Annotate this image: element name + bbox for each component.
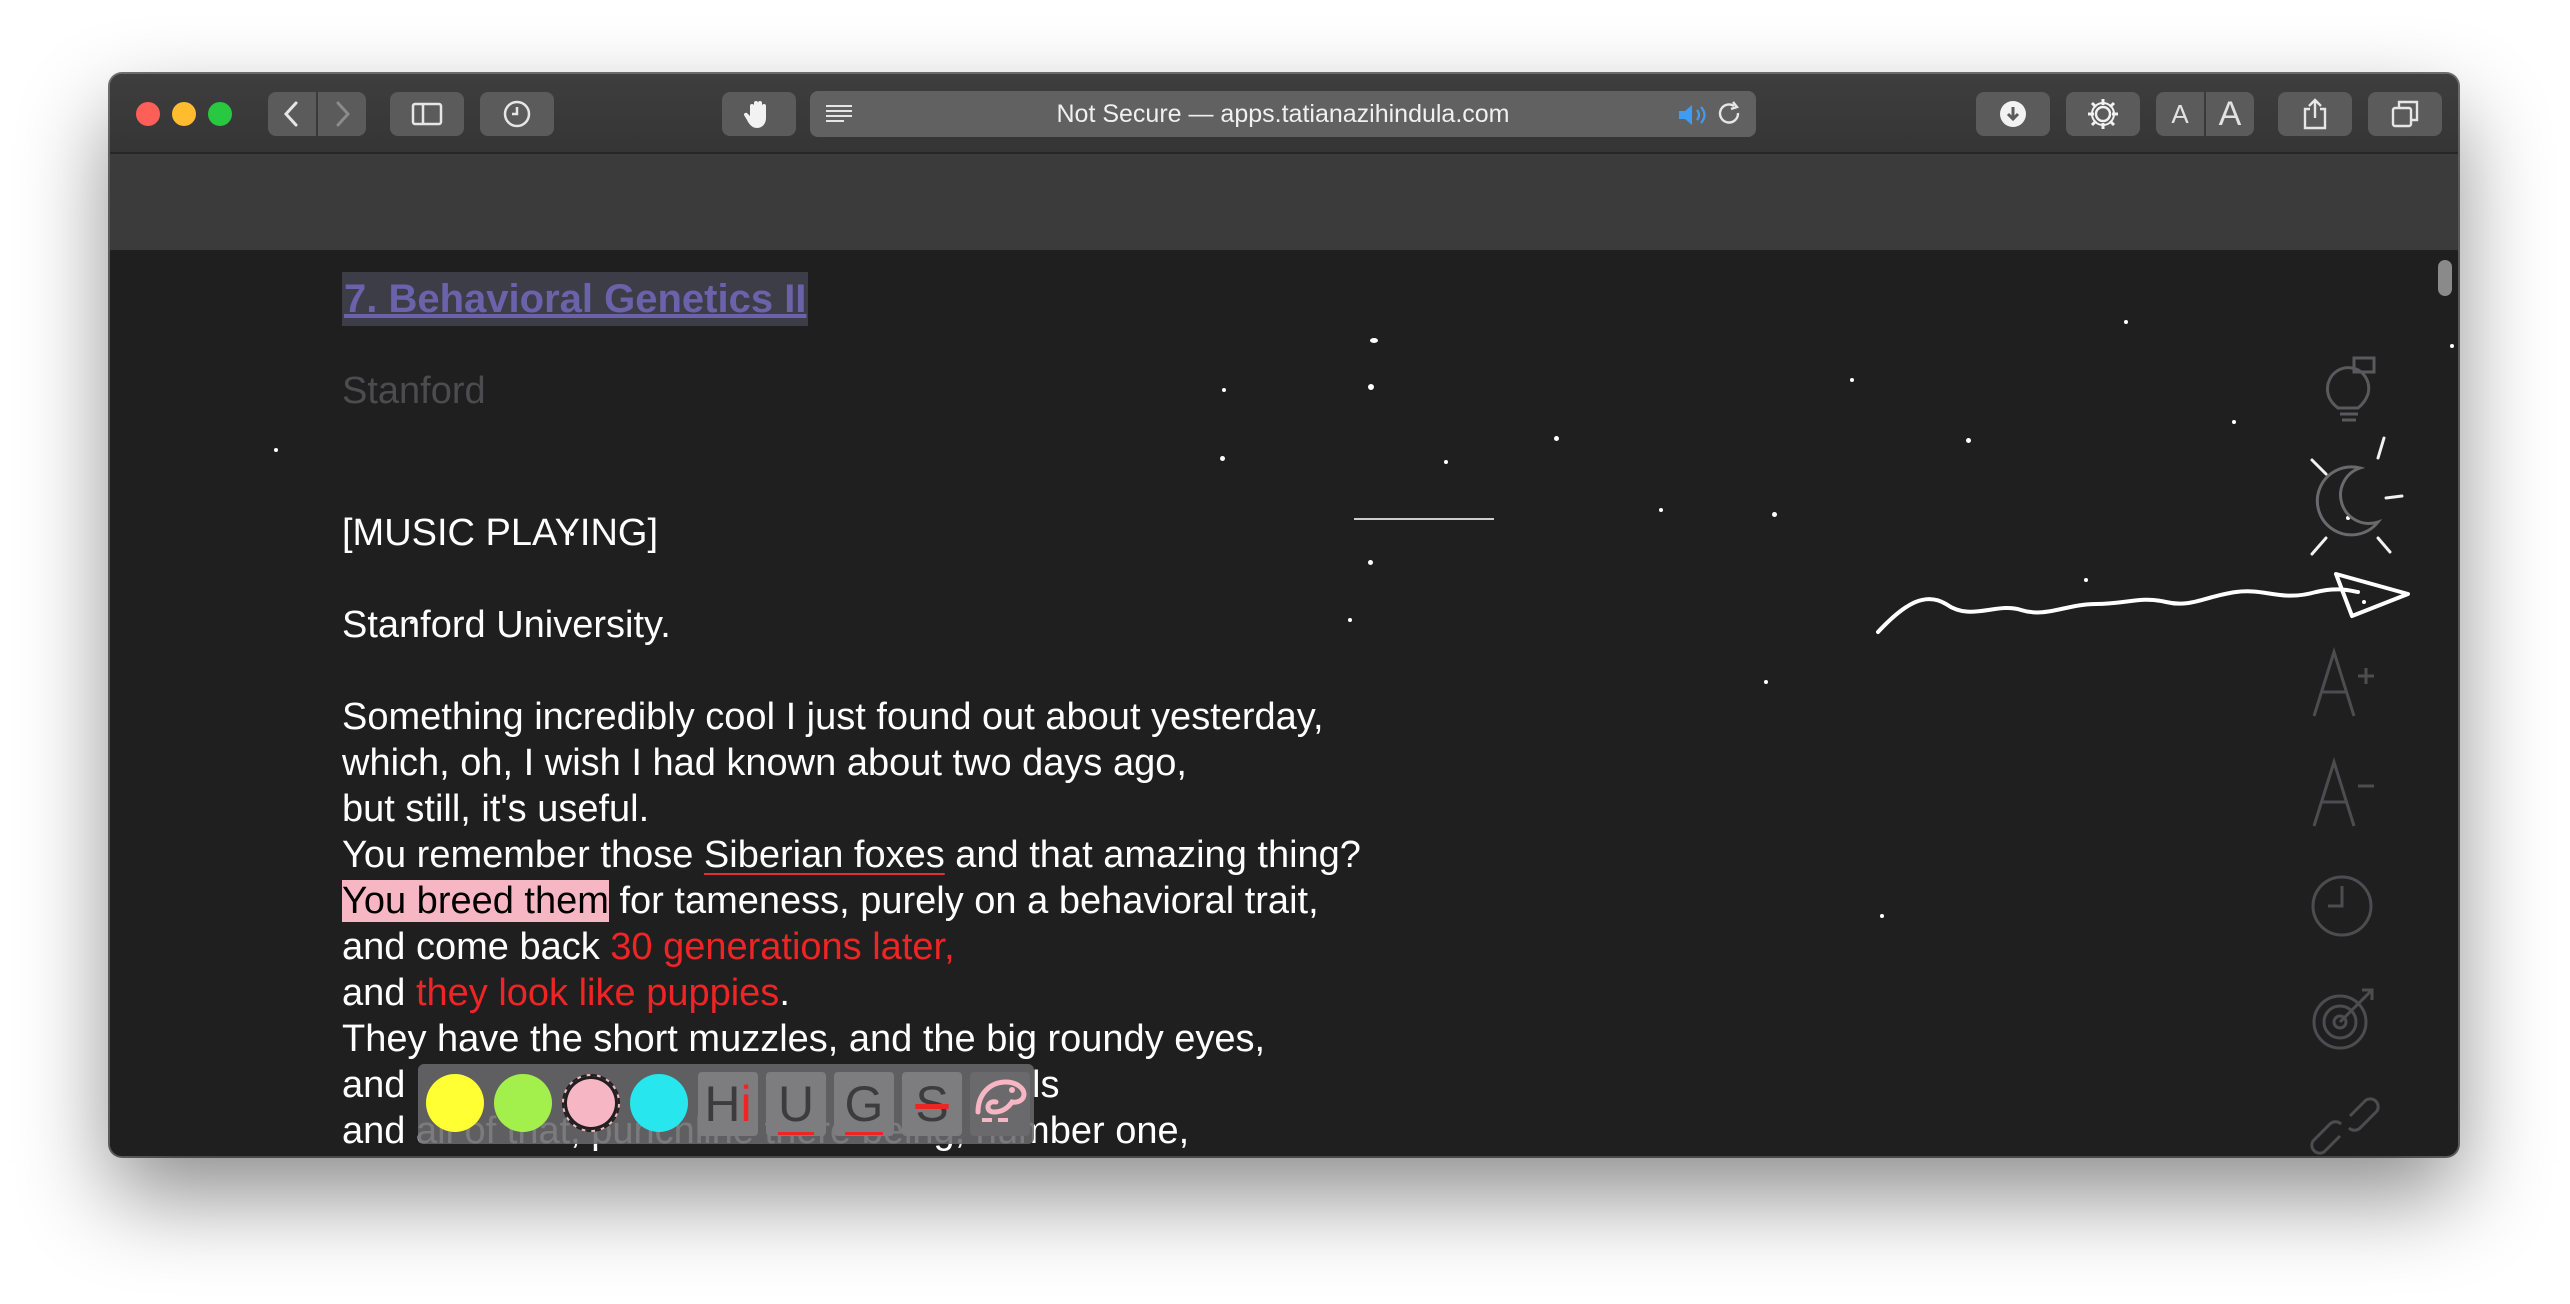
format-letter: i <box>740 1076 752 1132</box>
forward-button[interactable] <box>318 92 366 136</box>
star <box>2124 320 2128 324</box>
line-p5: You breed them for tameness, purely on a… <box>342 878 1319 924</box>
tabs-icon <box>2391 100 2419 128</box>
shooting-star <box>1354 518 1494 520</box>
star <box>1659 508 1663 512</box>
star <box>1222 388 1226 392</box>
line-p6: and come back 30 generations later, <box>342 924 955 970</box>
history-button[interactable] <box>480 92 554 136</box>
squiggle-style-button[interactable]: G <box>834 1072 894 1136</box>
format-letter: S <box>915 1076 949 1132</box>
highlight-style-button[interactable]: Hi <box>698 1072 758 1136</box>
star <box>1368 560 1373 565</box>
chameleon-icon <box>975 1079 1027 1122</box>
line-music: [MUSIC PLAYING] <box>342 512 659 554</box>
star <box>1220 456 1225 461</box>
minimize-window-button[interactable] <box>172 102 196 126</box>
color-yellow-button[interactable] <box>426 1074 484 1132</box>
line-p1: Something incredibly cool I just found o… <box>342 696 1324 738</box>
clock-icon <box>503 100 531 128</box>
red-phrase[interactable]: 30 generations later, <box>610 926 954 968</box>
close-window-button[interactable] <box>136 102 160 126</box>
browser-toolbar: Not Secure — apps.tatianazihindula.com A… <box>110 74 2458 154</box>
line-p2: which, oh, I wish I had known about two … <box>342 742 1187 784</box>
sidebar-button[interactable] <box>390 92 464 136</box>
star <box>1348 618 1352 622</box>
format-letter: G <box>844 1076 884 1135</box>
hand-shield-icon <box>744 101 766 128</box>
color-cyan-button[interactable] <box>630 1074 688 1132</box>
font-larger-button[interactable]: A <box>2206 92 2254 136</box>
reader-content: 7. Behavioral Genetics II Stanford [MUSI… <box>110 252 2458 1156</box>
moon-icon[interactable] <box>2290 420 2410 570</box>
text-segment: and come back <box>342 926 611 968</box>
red-phrase[interactable]: they look like puppies <box>416 972 779 1014</box>
color-pink-button[interactable] <box>562 1074 620 1132</box>
line-p4: You remember those Siberian foxes and th… <box>342 832 1361 878</box>
reload-icon[interactable] <box>1716 101 1744 129</box>
scrollbar-thumb[interactable] <box>2438 260 2452 296</box>
article-title-link[interactable]: 7. Behavioral Genetics II <box>342 272 809 326</box>
sidebar-icon <box>411 102 443 126</box>
link-icon[interactable] <box>2310 1094 2382 1156</box>
settings-extension-button[interactable] <box>2066 92 2140 136</box>
underline-style-button[interactable]: U <box>766 1072 826 1136</box>
star <box>1764 680 1768 684</box>
star <box>1368 384 1374 390</box>
star <box>274 448 278 452</box>
line-university: Stanford University. <box>342 604 671 646</box>
browser-window: Not Secure — apps.tatianazihindula.com A… <box>110 74 2458 1156</box>
article-subtitle: Stanford <box>342 370 486 412</box>
star <box>1880 914 1884 918</box>
color-green-button[interactable] <box>494 1074 552 1132</box>
star <box>1966 438 1971 443</box>
tab-overview-button[interactable] <box>2368 92 2442 136</box>
font-decrease-icon[interactable] <box>2310 756 2380 832</box>
star <box>2232 420 2236 424</box>
underlined-phrase[interactable]: Siberian foxes <box>704 834 945 876</box>
star <box>1772 512 1777 517</box>
star <box>1370 338 1378 343</box>
chevron-right-icon <box>336 101 351 127</box>
font-smaller-button[interactable]: A <box>2156 92 2204 136</box>
text-segment: for tameness, purely on a behavioral tra… <box>608 880 1319 922</box>
clock-icon[interactable] <box>2310 872 2380 942</box>
line-p7: and they look like puppies. <box>342 970 790 1016</box>
line-p9-start: and <box>342 1064 406 1106</box>
star <box>1444 460 1448 464</box>
line-p3: but still, it's useful. <box>342 788 650 830</box>
format-letter: U <box>777 1076 815 1135</box>
text-segment: . <box>779 972 790 1014</box>
text-segment: and <box>342 972 416 1014</box>
format-letter: H <box>704 1076 741 1132</box>
highlighted-phrase[interactable]: You breed them <box>342 880 609 922</box>
strikethrough-style-button[interactable]: S <box>902 1072 962 1136</box>
highlighter-palette: Hi U G S <box>418 1064 1034 1144</box>
target-icon[interactable] <box>2310 982 2382 1054</box>
line-p9-end: ls <box>1032 1064 1060 1106</box>
tab-bar <box>110 154 2458 252</box>
chevron-left-icon <box>283 101 298 127</box>
font-increase-icon[interactable] <box>2310 646 2380 722</box>
url-text: Not Secure — apps.tatianazihindula.com <box>1056 100 1510 128</box>
star <box>1850 378 1854 382</box>
download-icon <box>2000 101 2026 127</box>
zoom-window-button[interactable] <box>208 102 232 126</box>
gear-icon <box>2088 99 2118 129</box>
share-icon <box>2303 98 2327 130</box>
star <box>2450 344 2454 348</box>
speaker-icon[interactable] <box>1676 102 1710 128</box>
downloads-button[interactable] <box>1976 92 2050 136</box>
text-segment: and that amazing thing? <box>944 834 1361 876</box>
chameleon-button[interactable] <box>970 1072 1030 1136</box>
back-button[interactable] <box>268 92 316 136</box>
line-p8: They have the short muzzles, and the big… <box>342 1018 1266 1060</box>
text-segment: You remember those <box>342 834 704 876</box>
star <box>1554 436 1559 441</box>
share-button[interactable] <box>2278 92 2352 136</box>
address-bar[interactable]: Not Secure — apps.tatianazihindula.com <box>810 91 1756 137</box>
privacy-extension-button[interactable] <box>722 92 796 136</box>
